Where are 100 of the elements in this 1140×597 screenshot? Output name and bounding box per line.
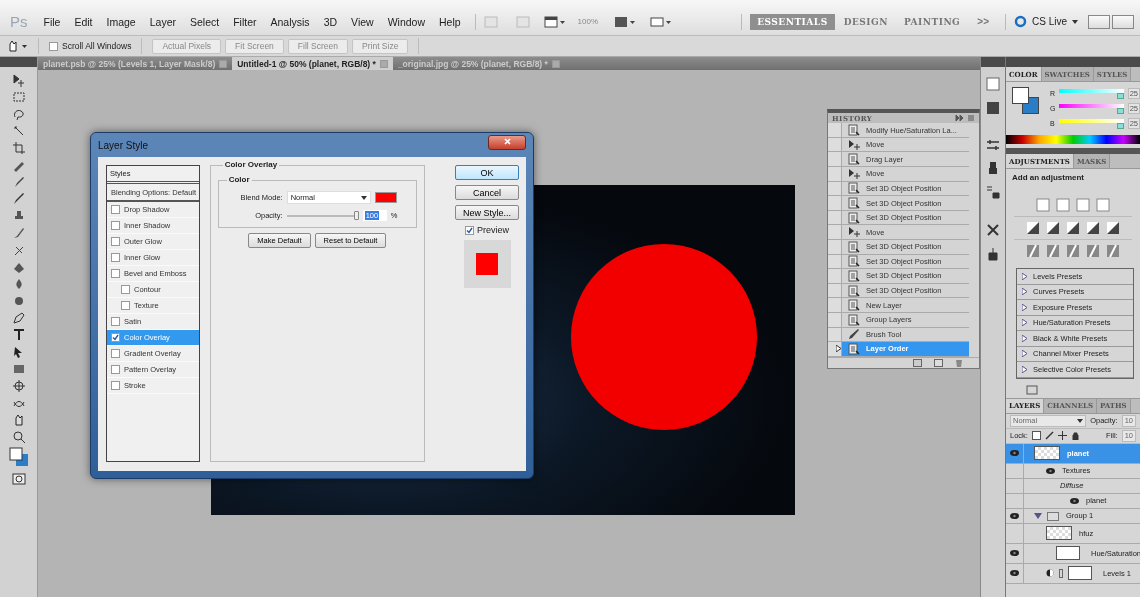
menu-item[interactable]: Help (433, 15, 467, 28)
expand-triangle-icon[interactable] (1034, 512, 1042, 519)
document-icon (848, 197, 860, 209)
color-swatches-icon[interactable] (8, 447, 29, 467)
photo-filter-icon[interactable] (1106, 221, 1120, 235)
color-swatches-icon[interactable] (1012, 87, 1039, 114)
checkbox[interactable] (111, 269, 120, 278)
folder-icon (1047, 510, 1059, 521)
checkbox[interactable] (111, 365, 120, 374)
zoom-tool-icon[interactable] (11, 430, 26, 444)
checkbox[interactable] (111, 253, 120, 262)
brush-tool-icon[interactable] (11, 192, 26, 206)
slider-thumb[interactable] (1116, 107, 1124, 114)
rotate-3d-icon[interactable] (11, 379, 26, 393)
eye-icon[interactable] (1010, 450, 1019, 456)
checkbox[interactable] (111, 349, 120, 358)
slider-thumb[interactable] (1116, 122, 1124, 129)
slider-thumb[interactable] (1116, 92, 1124, 99)
color-spectrum[interactable] (1006, 135, 1140, 144)
crop-tool-icon[interactable] (11, 141, 26, 155)
type-tool-icon[interactable] (11, 328, 26, 342)
checkbox[interactable] (121, 285, 130, 294)
lock-pixels-icon[interactable] (1044, 431, 1054, 440)
lock-transparency-icon[interactable] (1031, 431, 1041, 440)
menu-item[interactable]: Edit (68, 15, 99, 28)
eye-icon[interactable] (1046, 467, 1055, 474)
cs-live-icon (1014, 15, 1027, 28)
quick-mask-icon[interactable] (11, 473, 26, 485)
checkbox[interactable] (465, 225, 474, 235)
vibrance-icon[interactable] (1026, 221, 1040, 235)
checkbox[interactable] (111, 221, 120, 230)
workspace-button[interactable]: DESIGN (836, 13, 895, 30)
menu-item[interactable]: Select (184, 15, 226, 28)
panel-menu-icon[interactable] (955, 114, 975, 123)
preview-swatch (476, 253, 498, 275)
menu-item[interactable]: Image (100, 15, 142, 28)
cs-live-menu[interactable]: CS Live (1032, 16, 1067, 27)
wand-tool-icon[interactable] (11, 124, 26, 138)
gradient-map-icon[interactable] (1086, 244, 1100, 258)
posterize-icon[interactable] (1046, 244, 1060, 258)
more-workspaces[interactable]: >> (977, 16, 989, 27)
checkbox[interactable] (111, 381, 120, 390)
menu-item[interactable]: File (37, 15, 67, 28)
new-document-icon[interactable] (913, 358, 922, 367)
menu-item[interactable]: View (345, 15, 380, 28)
close-button[interactable] (488, 134, 526, 150)
arrange-documents-icon[interactable] (614, 15, 637, 28)
menu-item[interactable]: Filter (227, 15, 263, 28)
menu-item[interactable]: Analysis (264, 15, 316, 28)
hand-tool-icon[interactable] (6, 39, 28, 53)
checkbox[interactable] (111, 317, 120, 326)
checkbox[interactable] (111, 205, 120, 214)
selective-color-icon[interactable] (1106, 244, 1120, 258)
move-tool-icon[interactable] (11, 73, 26, 87)
menu-item[interactable]: Window (381, 15, 431, 28)
restore-button[interactable] (1112, 14, 1134, 29)
checkbox[interactable] (49, 41, 58, 51)
adjustment-icon (1046, 569, 1054, 577)
menu-item[interactable]: Layer (143, 15, 182, 28)
3d-icon[interactable] (986, 247, 1000, 261)
color-swatch[interactable] (374, 192, 397, 203)
dialog-button[interactable]: Cancel (455, 185, 519, 200)
adjustment-layer-icon[interactable] (1026, 385, 1038, 395)
history-icon[interactable] (986, 101, 1000, 115)
move-tool-icon (848, 167, 860, 180)
document-tab[interactable]: Untitled-1 @ 50% (planet, RGB/8) * (232, 57, 393, 70)
threshold-icon[interactable] (1066, 244, 1080, 258)
lock-position-icon[interactable] (1057, 431, 1067, 440)
move-tool-icon (848, 138, 860, 151)
monochrome-icon[interactable] (1086, 221, 1100, 235)
lock-icon[interactable] (1070, 431, 1080, 440)
invert-icon[interactable] (1026, 244, 1040, 258)
checkbox[interactable] (111, 237, 120, 246)
brush-icon (848, 328, 860, 341)
screen-mode-icon[interactable] (650, 15, 673, 28)
checkbox[interactable] (121, 301, 130, 310)
brush-presets-icon[interactable] (986, 161, 1000, 175)
dialog-button[interactable]: OK (455, 165, 519, 180)
dialog-button[interactable]: New Style... (455, 205, 519, 220)
slider-thumb[interactable] (353, 211, 359, 220)
menu-item[interactable]: 3D (317, 15, 344, 28)
checkbox[interactable] (111, 333, 120, 342)
rectangle-tool-icon[interactable] (11, 362, 26, 376)
color-balance-icon[interactable] (1066, 221, 1080, 235)
eye-icon[interactable] (1010, 550, 1019, 556)
eye-icon[interactable] (1010, 570, 1019, 576)
snapshot-icon[interactable] (934, 358, 943, 367)
eye-icon[interactable] (1010, 512, 1019, 519)
minimize-button[interactable] (1088, 14, 1110, 29)
clone-source-icon[interactable] (986, 185, 1000, 199)
eye-icon[interactable] (1070, 497, 1079, 504)
group-title: Color (226, 175, 252, 184)
tools-icon[interactable] (986, 223, 1000, 237)
sliders-icon[interactable] (986, 139, 1000, 151)
hue-saturation-icon[interactable] (1046, 221, 1060, 235)
workspace-button[interactable]: PAINTING (896, 13, 968, 30)
document-icon (848, 124, 860, 137)
lasso-tool-icon[interactable] (11, 107, 26, 121)
pen-tool-icon[interactable] (11, 311, 26, 325)
view-extras-icon[interactable] (543, 15, 566, 28)
